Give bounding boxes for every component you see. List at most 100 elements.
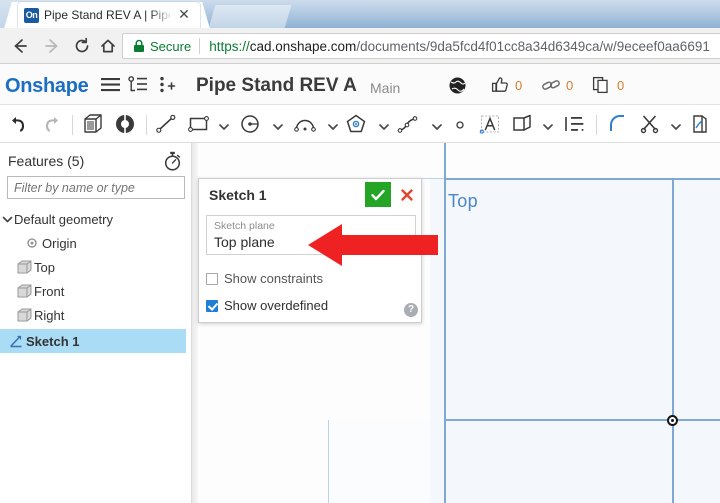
show-constraints-checkbox[interactable]: Show constraints bbox=[206, 271, 323, 286]
onshape-header: Onshape Pipe Stand REV A Main 0 0 0 bbox=[0, 64, 720, 105]
url-path: /documents/9da5fcd4f01cc8a34d6349ca/w/9e… bbox=[356, 38, 710, 54]
inactive-tab[interactable] bbox=[208, 5, 292, 28]
link-icon[interactable] bbox=[541, 76, 561, 94]
browser-navigation-bar: Secure https://cad.onshape.com/documents… bbox=[0, 28, 720, 64]
tree-item-right[interactable]: Right bbox=[0, 303, 192, 327]
sketch-icon bbox=[6, 334, 26, 348]
document-title[interactable]: Pipe Stand REV A bbox=[196, 75, 357, 97]
tab-title: Pipe Stand REV A | Pipe S bbox=[44, 8, 170, 22]
checkbox-checked-icon bbox=[206, 299, 218, 312]
branch-tree-icon[interactable] bbox=[128, 76, 149, 93]
circle-chevron-down-icon[interactable] bbox=[272, 119, 284, 130]
features-panel-title: Features (5) bbox=[8, 153, 85, 169]
thumbs-up-icon[interactable] bbox=[491, 76, 510, 94]
plane-icon bbox=[14, 284, 34, 298]
globe-icon[interactable] bbox=[448, 76, 467, 95]
onshape-favicon: On bbox=[24, 8, 39, 23]
plane-edge-vertical bbox=[444, 143, 446, 503]
accept-button[interactable] bbox=[365, 182, 391, 207]
lock-icon bbox=[133, 39, 145, 53]
tree-item-label: Default geometry bbox=[14, 211, 113, 227]
workspace-label[interactable]: Main bbox=[370, 80, 400, 96]
origin-axis-vertical bbox=[672, 178, 674, 503]
show-overdefined-label: Show overdefined bbox=[224, 298, 329, 313]
home-icon[interactable] bbox=[96, 34, 120, 58]
stopwatch-icon[interactable] bbox=[163, 151, 182, 176]
arc-chevron-down-icon[interactable] bbox=[327, 119, 339, 130]
like-count: 0 bbox=[515, 78, 523, 93]
toolbar-divider bbox=[72, 115, 73, 135]
tree-item-sketch-1[interactable]: Sketch 1 bbox=[0, 329, 186, 353]
show-overdefined-checkbox[interactable]: Show overdefined bbox=[206, 298, 328, 313]
shaded-view-icon[interactable] bbox=[112, 113, 138, 135]
trim-icon[interactable] bbox=[638, 113, 662, 135]
sketch-plane-region-secondary bbox=[328, 420, 430, 503]
reload-icon[interactable] bbox=[70, 34, 94, 58]
features-panel: Features (5) Default geometry Origin Top bbox=[0, 143, 192, 503]
red-arrow-pointing-left bbox=[308, 222, 438, 268]
tree-item-label: Front bbox=[34, 283, 65, 299]
plane-name-label: Top bbox=[448, 191, 478, 211]
tree-item-front[interactable]: Front bbox=[0, 279, 192, 303]
tree-item-label: Top bbox=[34, 259, 55, 275]
back-arrow-icon[interactable] bbox=[8, 34, 32, 58]
sketch-plane-field-value: Top plane bbox=[214, 234, 275, 250]
sketch-plane-field-label: Sketch plane bbox=[214, 220, 275, 232]
tree-item-label: Right bbox=[34, 307, 65, 323]
use-project-icon[interactable] bbox=[688, 113, 712, 135]
linear-pattern-icon[interactable] bbox=[562, 113, 586, 135]
checkbox-unchecked-icon bbox=[206, 272, 218, 285]
tree-item-label: Origin bbox=[42, 235, 77, 251]
origin-icon bbox=[22, 237, 42, 249]
rectangle-icon[interactable] bbox=[186, 113, 212, 135]
browser-window: On Pipe Stand REV A | Pipe S ✕ Secure ht… bbox=[0, 0, 720, 503]
add-version-icon[interactable] bbox=[157, 76, 178, 93]
chevron-down-icon[interactable] bbox=[0, 215, 14, 224]
mirror-chevron-down-icon[interactable] bbox=[542, 119, 554, 130]
hamburger-menu-icon[interactable] bbox=[100, 76, 121, 93]
cancel-button[interactable] bbox=[397, 182, 417, 207]
sketch-toolbar bbox=[0, 105, 720, 143]
search-input[interactable] bbox=[7, 176, 185, 199]
mirror-icon[interactable] bbox=[510, 113, 536, 135]
help-question-icon[interactable]: ? bbox=[404, 303, 418, 317]
text-icon[interactable] bbox=[478, 113, 502, 135]
tree-item-origin[interactable]: Origin bbox=[0, 231, 192, 255]
address-bar[interactable]: Secure https://cad.onshape.com/documents… bbox=[122, 33, 720, 59]
close-icon[interactable]: ✕ bbox=[176, 7, 192, 23]
url-scheme: https:// bbox=[209, 38, 250, 54]
forward-arrow-icon bbox=[40, 34, 64, 58]
origin-axis-horizontal bbox=[444, 419, 720, 421]
undo-icon[interactable] bbox=[6, 113, 32, 135]
spline-icon[interactable] bbox=[396, 113, 422, 135]
arc-icon[interactable] bbox=[292, 113, 318, 135]
point-icon[interactable] bbox=[450, 113, 470, 135]
plane-icon bbox=[14, 308, 34, 322]
plane-edge-horizontal bbox=[444, 178, 720, 180]
onshape-logo[interactable]: Onshape bbox=[5, 75, 89, 98]
link-count: 0 bbox=[566, 78, 574, 93]
copy-count: 0 bbox=[617, 78, 625, 93]
copy-icon[interactable] bbox=[592, 76, 611, 94]
fillet-icon[interactable] bbox=[606, 113, 630, 135]
circle-icon[interactable] bbox=[238, 113, 262, 135]
line-icon[interactable] bbox=[154, 113, 178, 135]
show-constraints-label: Show constraints bbox=[224, 271, 323, 286]
plane-icon bbox=[14, 260, 34, 274]
sketch-dialog-title: Sketch 1 bbox=[209, 187, 267, 203]
tree-item-default-geometry[interactable]: Default geometry bbox=[0, 207, 192, 231]
spline-chevron-down-icon[interactable] bbox=[431, 119, 443, 130]
polygon-icon[interactable] bbox=[344, 113, 368, 135]
trim-chevron-down-icon[interactable] bbox=[670, 119, 682, 130]
new-sketch-icon[interactable] bbox=[80, 113, 106, 135]
url-host: cad.onshape.com bbox=[249, 38, 357, 54]
redo-icon bbox=[38, 113, 64, 135]
tree-item-label: Sketch 1 bbox=[26, 333, 80, 349]
grid-line-vertical bbox=[328, 420, 329, 503]
tree-item-top[interactable]: Top bbox=[0, 255, 192, 279]
origin-point-icon[interactable] bbox=[667, 415, 678, 426]
tab-strip: On Pipe Stand REV A | Pipe S ✕ bbox=[0, 0, 720, 28]
security-label: Secure bbox=[150, 38, 192, 54]
polygon-chevron-down-icon[interactable] bbox=[378, 119, 390, 130]
rectangle-chevron-down-icon[interactable] bbox=[218, 119, 230, 130]
